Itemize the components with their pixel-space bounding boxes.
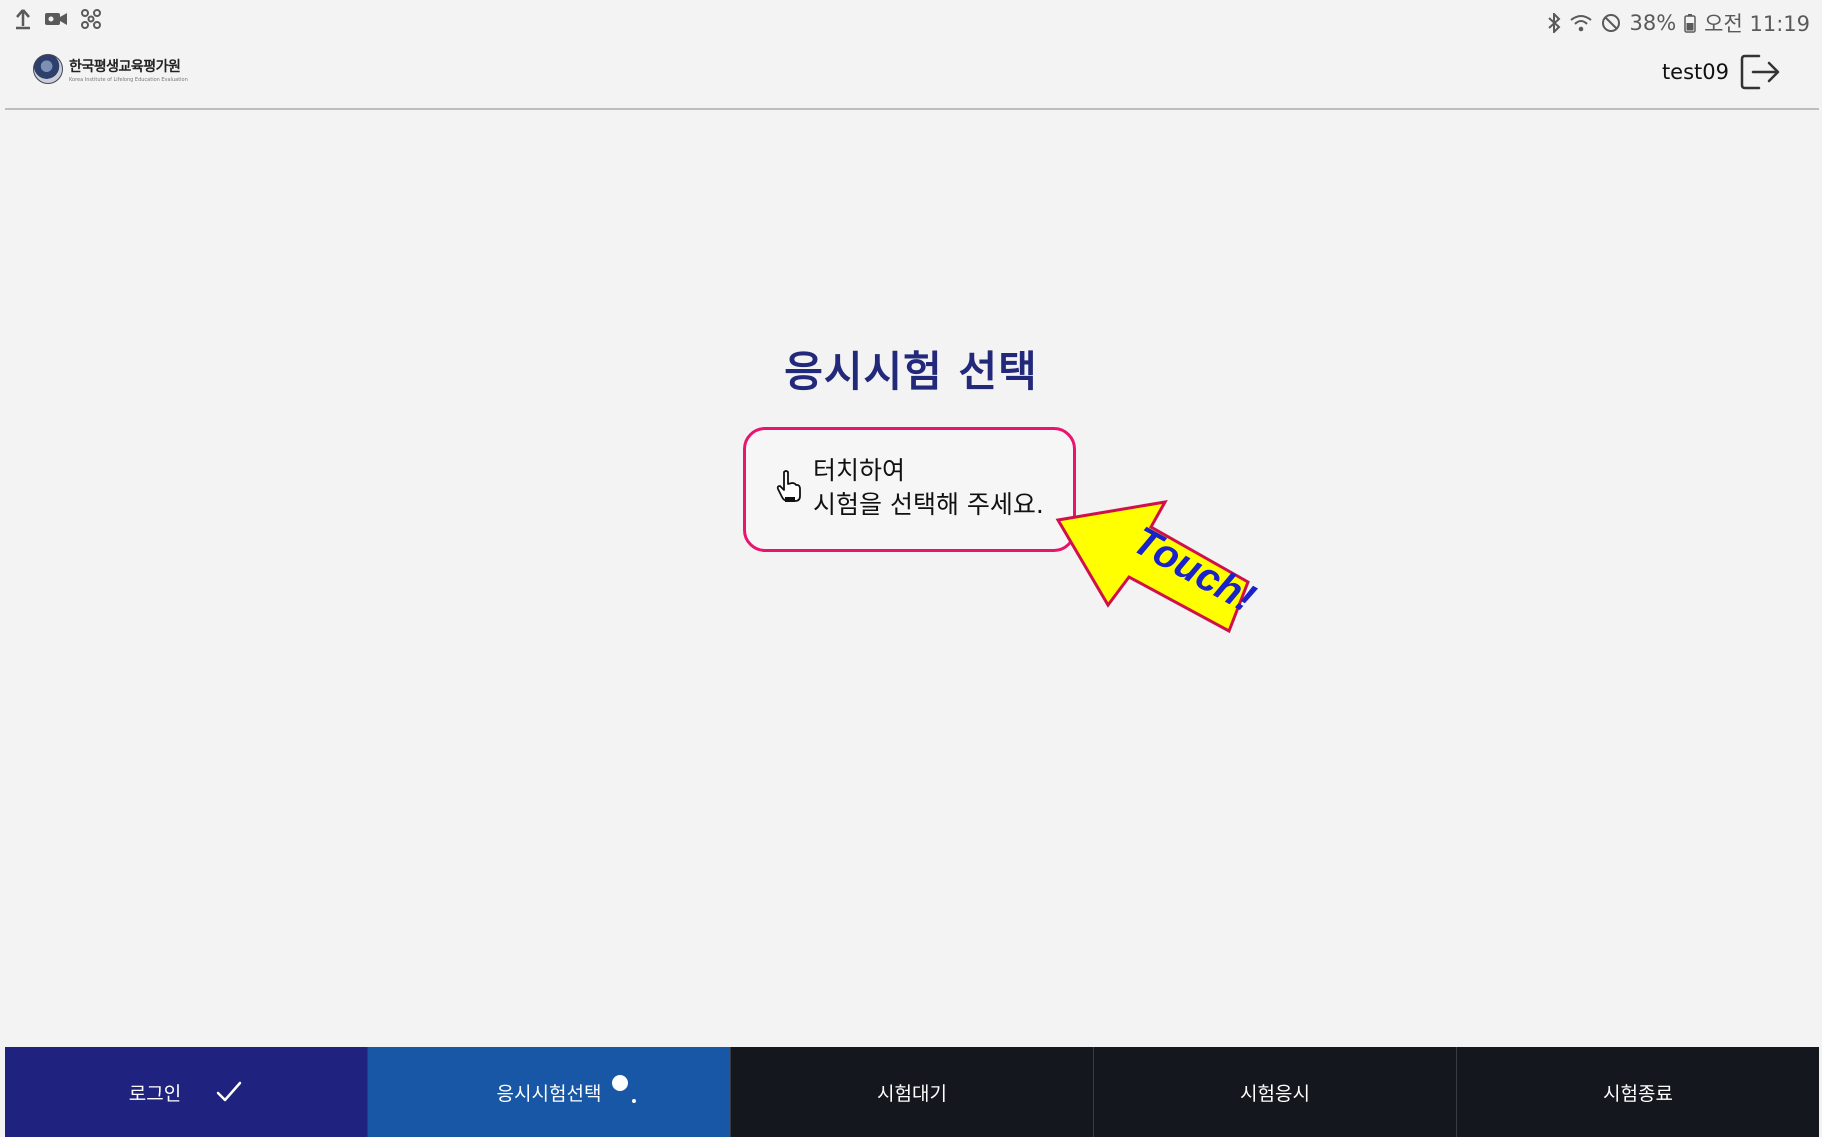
loading-indicator-icon xyxy=(612,1075,628,1091)
page-title: 응시시험 선택 xyxy=(784,347,1038,396)
step-progress-bar: 로그인 응시시험선택 시험대기 시험응시 시험종료 xyxy=(5,1047,1819,1137)
step-finish: 시험종료 xyxy=(1457,1047,1819,1137)
step-login: 로그인 xyxy=(5,1047,368,1137)
username: test09 xyxy=(1661,60,1729,84)
logo-emblem-icon xyxy=(33,54,63,84)
step-select-exam: 응시시험선택 xyxy=(368,1047,731,1137)
logout-icon xyxy=(1740,54,1780,90)
battery-icon xyxy=(1684,13,1696,33)
prompt-line-1: 터치하여 xyxy=(813,456,906,485)
battery-percent: 38% xyxy=(1629,11,1677,35)
logo-subtext: Korea Institute of Lifelong Education Ev… xyxy=(69,76,188,83)
logout-button[interactable] xyxy=(1739,52,1783,92)
upload-icon xyxy=(14,8,32,30)
step-label: 시험대기 xyxy=(877,1082,947,1105)
select-exam-button[interactable]: 터치하여 시험을 선택해 주세요. xyxy=(743,427,1076,552)
logo: 한국평생교육평가원 Korea Institute of Lifelong Ed… xyxy=(33,54,188,84)
step-label: 시험종료 xyxy=(1603,1082,1673,1105)
fan-icon xyxy=(80,8,102,30)
step-label: 로그인 xyxy=(128,1082,182,1105)
prompt-line-2: 시험을 선택해 주세요. xyxy=(813,490,1044,519)
step-take-exam: 시험응시 xyxy=(1094,1047,1457,1137)
clock: 오전 11:19 xyxy=(1704,12,1810,36)
do-not-disturb-icon xyxy=(1601,13,1621,33)
pointing-hand-icon xyxy=(776,470,801,502)
step-label: 시험응시 xyxy=(1240,1082,1310,1105)
checkmark-icon xyxy=(216,1081,242,1102)
step-label: 응시시험선택 xyxy=(496,1082,602,1105)
wifi-icon xyxy=(1569,13,1593,33)
step-wait: 시험대기 xyxy=(731,1047,1094,1137)
app-header: 한국평생교육평가원 Korea Institute of Lifelong Ed… xyxy=(5,44,1819,110)
touch-arrow-icon: Touch! xyxy=(1055,500,1260,634)
logo-name: 한국평생교육평가원 xyxy=(69,58,181,75)
bluetooth-icon xyxy=(1547,13,1561,33)
status-bar: 38% 오전 11:19 xyxy=(0,0,1822,42)
loading-dot-icon xyxy=(632,1099,636,1103)
video-camera-icon xyxy=(44,10,68,28)
